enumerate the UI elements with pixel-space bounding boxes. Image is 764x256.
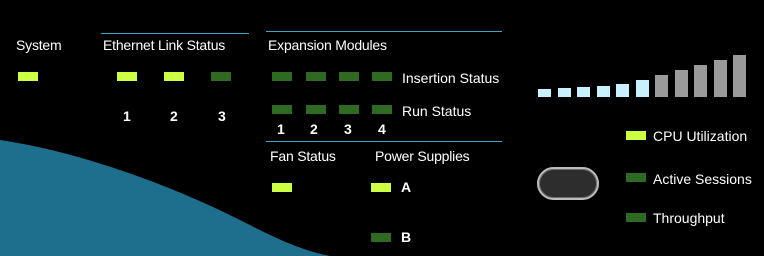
ethernet-led-2 — [164, 72, 184, 81]
legend-sessions-label: Active Sessions — [653, 171, 752, 187]
power-b-led — [371, 233, 391, 242]
module-number-2: 2 — [310, 121, 318, 137]
legend-throughput-label: Throughput — [653, 210, 725, 226]
legend-sessions-swatch — [626, 173, 646, 182]
run-led-4 — [372, 105, 392, 114]
ethernet-led-1 — [117, 72, 137, 81]
module-number-3: 3 — [344, 121, 352, 137]
run-led-1 — [272, 105, 292, 114]
power-b-label: B — [401, 229, 412, 245]
meter-segment — [733, 55, 746, 97]
system-title: System — [16, 37, 62, 53]
ethernet-port-3-number: 3 — [218, 108, 226, 124]
legend-cpu-label: CPU Utilization — [653, 128, 748, 144]
lower-divider — [266, 141, 502, 142]
device-status-panel: System Ethernet Link Status 1 2 3 Expans… — [0, 0, 764, 256]
meter-segment — [674, 70, 688, 97]
insertion-led-1 — [272, 72, 292, 81]
meter-segment — [616, 84, 629, 97]
power-title: Power Supplies — [375, 148, 470, 164]
meter-segment — [577, 87, 590, 97]
expansion-divider — [266, 31, 502, 32]
run-led-3 — [339, 105, 359, 114]
meter-segment — [713, 60, 727, 97]
meter-segment — [635, 80, 649, 97]
run-led-2 — [306, 105, 326, 114]
legend-throughput-swatch — [626, 213, 646, 222]
ethernet-title: Ethernet Link Status — [103, 37, 226, 53]
ethernet-led-3 — [211, 72, 231, 81]
meter-segment — [557, 88, 571, 97]
legend-cpu-swatch — [626, 131, 646, 140]
run-status-label: Run Status — [402, 103, 472, 119]
insertion-led-4 — [372, 72, 392, 81]
meter-segment — [655, 75, 668, 97]
module-number-4: 4 — [378, 121, 386, 137]
expansion-title: Expansion Modules — [268, 37, 387, 53]
power-a-led — [371, 183, 391, 192]
insertion-status-label: Insertion Status — [402, 70, 500, 86]
meter-segment — [596, 86, 610, 97]
insertion-led-2 — [306, 72, 326, 81]
insertion-led-3 — [339, 72, 359, 81]
power-a-label: A — [401, 179, 412, 195]
system-led — [18, 72, 38, 81]
fan-led — [272, 183, 292, 192]
fan-title: Fan Status — [270, 148, 336, 164]
meter-segment — [694, 65, 707, 97]
module-number-1: 1 — [277, 121, 285, 137]
meter-segment — [538, 89, 551, 97]
ethernet-divider — [101, 33, 249, 34]
ethernet-port-2-number: 2 — [170, 108, 178, 124]
mode-toggle-button[interactable] — [537, 167, 599, 200]
ethernet-port-1-number: 1 — [123, 108, 131, 124]
